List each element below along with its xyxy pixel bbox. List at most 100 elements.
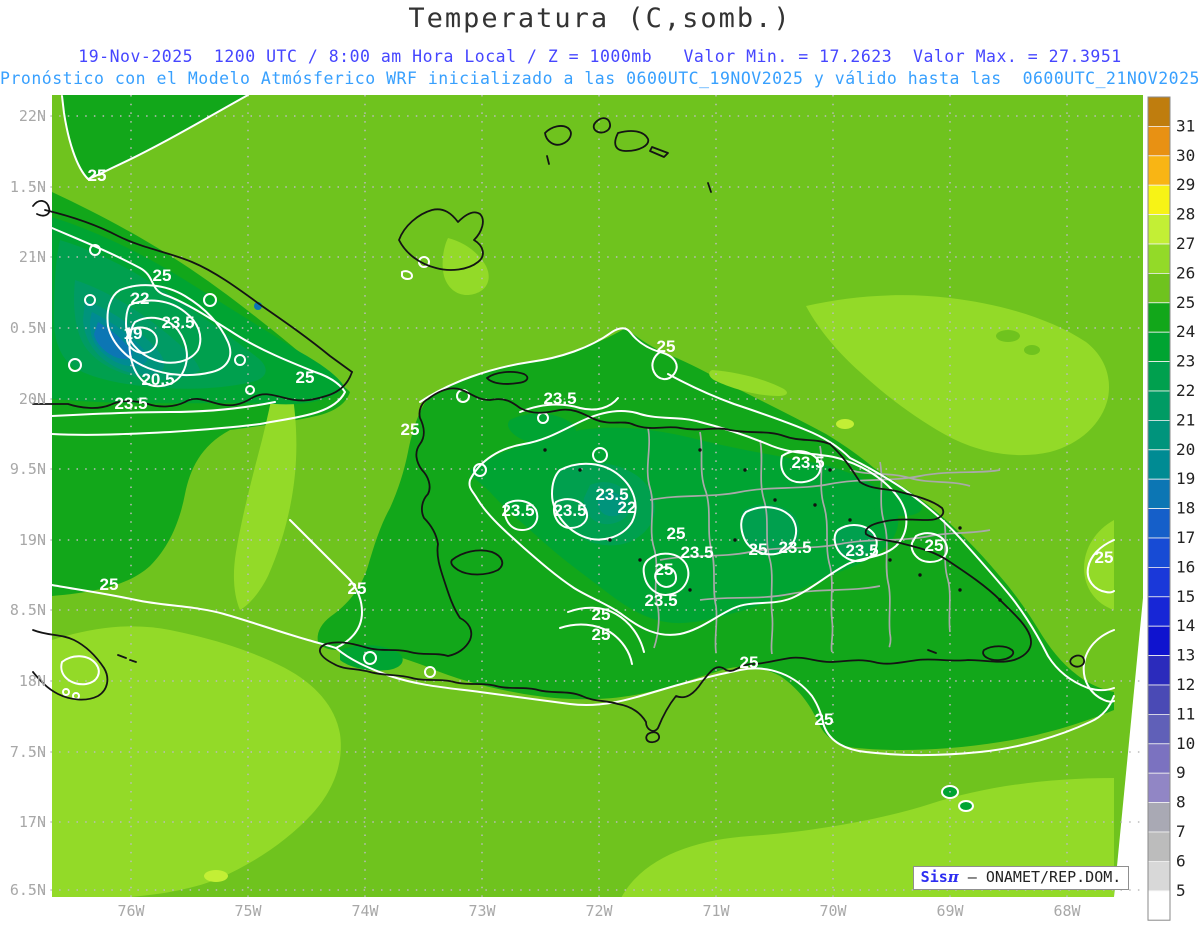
- contour-label: 25: [88, 166, 107, 185]
- lat-tick-label: 6.5N: [10, 881, 46, 899]
- colorbar-segment: [1147, 890, 1171, 921]
- lat-tick-label: 1.5N: [10, 178, 46, 196]
- lon-tick-label: 72W: [585, 902, 613, 920]
- contour-label: 23.5: [543, 389, 576, 408]
- colorbar-segment: [1147, 449, 1171, 480]
- colorbar-tick-label: 11: [1176, 704, 1195, 723]
- colorbar-segment: [1147, 772, 1171, 804]
- contour-label: 25: [740, 653, 759, 672]
- contour-label: 23.5: [845, 541, 878, 560]
- colorbar-segment: [1147, 184, 1171, 215]
- colorbar-segment: [1147, 331, 1171, 363]
- colorbar-segment: [1147, 390, 1171, 421]
- colorbar-segment: [1147, 802, 1171, 833]
- colorbar-segment: [1147, 567, 1171, 598]
- colorbar-tick-label: 5: [1176, 881, 1186, 900]
- colorbar-tick-label: 6: [1176, 851, 1186, 870]
- contour-label: 25: [655, 560, 674, 579]
- olive-islet-patch: [996, 330, 1020, 342]
- colorbar-tick-label: 27: [1176, 234, 1195, 253]
- attribution-org: – ONAMET/REP.DOM.: [958, 868, 1122, 886]
- hot-spot-27-28: [204, 870, 228, 882]
- colorbar-segment: [1147, 625, 1171, 657]
- colorbar-tick-label: 31: [1176, 116, 1195, 135]
- contour-label: 19: [124, 324, 143, 343]
- colorbar-tick-label: 13: [1176, 646, 1195, 665]
- cuba-north-hook: [32, 200, 51, 217]
- contour-label: 25: [153, 266, 172, 285]
- contour-label: 25: [657, 337, 676, 356]
- colorbar-segment: [1147, 96, 1171, 127]
- contour-label: 25: [348, 579, 367, 598]
- lat-tick-label: 17N: [19, 813, 46, 831]
- attribution-box: Sisπ – ONAMET/REP.DOM.: [913, 866, 1129, 890]
- colorbar-segment: [1147, 272, 1171, 304]
- colorbar-tick-label: 16: [1176, 557, 1195, 576]
- colorbar-tick-label: 9: [1176, 763, 1186, 782]
- lon-tick-label: 73W: [468, 902, 496, 920]
- colorbar-tick-label: 19: [1176, 469, 1195, 488]
- colorbar-segment: [1147, 508, 1171, 539]
- lon-tick-label: 74W: [351, 902, 379, 920]
- contour-label: 25: [749, 540, 768, 559]
- sea-cool-blob: [960, 802, 972, 810]
- lat-tick-label: 9.5N: [10, 460, 46, 478]
- contour-label: 25: [815, 710, 834, 729]
- contour-label: 20.5: [141, 370, 174, 389]
- lon-tick-label: 71W: [702, 902, 730, 920]
- lat-tick-label: 8.5N: [10, 601, 46, 619]
- colorbar-tick-label: 12: [1176, 675, 1195, 694]
- colorbar-segment: [1147, 126, 1171, 157]
- lon-tick-label: 76W: [117, 902, 145, 920]
- colorbar-segment: [1147, 155, 1171, 186]
- colorbar-segment: [1147, 831, 1171, 862]
- colorbar-tick-label: 30: [1176, 146, 1195, 165]
- contour-label: 23.5: [644, 591, 677, 610]
- colorbar-segment: [1147, 655, 1171, 686]
- colorbar-tick-label: 23: [1176, 352, 1195, 371]
- colorbar-segment: [1147, 478, 1171, 510]
- lon-tick-label: 75W: [234, 902, 262, 920]
- colorbar-tick-label: 15: [1176, 587, 1195, 606]
- brand-pi-icon: π: [947, 868, 959, 886]
- lat-tick-label: 7.5N: [10, 743, 46, 761]
- hot-spot-27-28: [836, 419, 854, 429]
- colorbar-tick-label: 28: [1176, 205, 1195, 224]
- contour-label: 25: [401, 420, 420, 439]
- colorbar-tick-label: 26: [1176, 263, 1195, 282]
- contour-label: 25: [925, 536, 944, 555]
- colorbar-tick-label: 25: [1176, 293, 1195, 312]
- lon-tick-label: 70W: [819, 902, 847, 920]
- colorbar-tick-label: 24: [1176, 322, 1195, 341]
- contour-label: 23.5: [501, 501, 534, 520]
- colorbar-segment: [1147, 596, 1171, 627]
- contour-label: 25: [100, 575, 119, 594]
- colorbar-tick-label: 18: [1176, 499, 1195, 518]
- lat-tick-label: 0.5N: [10, 319, 46, 337]
- colorbar-segment: [1147, 743, 1171, 774]
- colorbar-tick-label: 29: [1176, 175, 1195, 194]
- lat-tick-label: 19N: [19, 531, 46, 549]
- contour-label: 22: [618, 498, 637, 517]
- contour-label: 25: [296, 368, 315, 387]
- lon-tick-label: 69W: [936, 902, 964, 920]
- brand-sis: Sis: [920, 868, 948, 886]
- contour-label: 23.5: [791, 453, 824, 472]
- contour-label: 25: [667, 524, 686, 543]
- contour-label: 23.5: [680, 543, 713, 562]
- colorbar-segment: [1147, 714, 1171, 745]
- temperature-shading: [52, 95, 1143, 897]
- colorbar-tick-label: 17: [1176, 528, 1195, 547]
- contour-label: 23.5: [778, 538, 811, 557]
- lat-tick-label: 21N: [19, 248, 46, 266]
- colorbar-segment: [1147, 684, 1171, 715]
- temperature-map-canvas: 25252223.51920.523.5252523.52523.523.522…: [10, 94, 1195, 921]
- colorbar-tick-label: 21: [1176, 410, 1195, 429]
- colorbar-segment: [1147, 214, 1171, 245]
- olive-islet-patch: [1024, 345, 1040, 355]
- colorbar-segment: [1147, 302, 1171, 333]
- lon-tick-label: 68W: [1053, 902, 1081, 920]
- contour-label: 25: [592, 625, 611, 644]
- colorbar-tick-label: 22: [1176, 381, 1195, 400]
- lat-tick-label: 20N: [19, 390, 46, 408]
